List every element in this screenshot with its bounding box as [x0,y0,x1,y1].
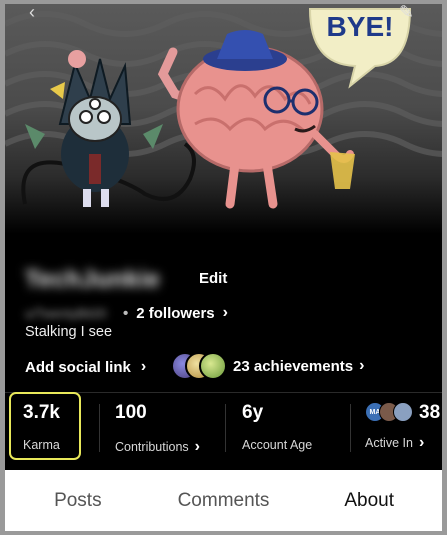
karma-stat[interactable]: 3.7k Karma [23,402,60,452]
karma-label: Karma [23,438,60,452]
chevron-right-icon: › [359,357,365,374]
profile-screen: BYE! ‹ ✎ TechJunkie Edit u/TwentyBit20 •… [5,4,442,531]
add-social-link-button[interactable]: Add social link › [25,358,146,376]
speech-bubble: BYE! [308,8,412,89]
add-social-link-label: Add social link [25,358,131,376]
stat-separator [350,404,351,452]
chevron-right-icon: › [418,434,425,451]
account-age-stat: 6y Account Age [242,402,312,452]
achievement-badges [171,352,227,380]
contributions-stat[interactable]: 100 Contributions › [115,402,200,456]
back-icon[interactable]: ‹ [29,4,35,23]
profile-banner: BYE! ‹ ✎ [5,4,442,234]
active-in-stat[interactable]: MA 38 Active In › [365,402,440,452]
tab-comments[interactable]: Comments [151,470,297,531]
active-in-label: Active In › [365,434,425,451]
achievements-label: 23 achievements [233,357,354,375]
stat-separator [225,404,226,452]
achievements-link[interactable]: 23 achievements › [171,352,364,380]
chevron-right-icon: › [194,438,200,455]
community-avatar [393,402,413,422]
active-in-value: 38 [419,402,441,423]
karma-value: 3.7k [23,402,60,423]
share-icon[interactable]: ✎ [399,4,414,23]
account-age-label: Account Age [242,438,313,452]
tab-posts[interactable]: Posts [5,470,151,531]
username: u/TwentyBit20 [25,306,107,321]
chevron-right-icon: › [222,304,228,321]
followers-link[interactable]: • 2 followers › [123,304,228,322]
separator-dot: • [123,304,129,322]
achievement-badge-icon [199,352,227,380]
account-age-value: 6y [242,402,264,423]
contributions-value: 100 [115,402,147,423]
followers-count: 2 followers [136,304,215,322]
profile-bio: Stalking I see [25,324,113,340]
profile-tabs: Posts Comments About [5,470,442,531]
edit-profile-button[interactable]: Edit [199,270,227,287]
stat-separator [99,404,100,452]
chevron-right-icon: › [140,358,147,375]
tab-about[interactable]: About [296,470,442,531]
community-avatars: MA [365,402,415,424]
display-name: TechJunkie [25,266,161,293]
contributions-label: Contributions › [115,438,200,455]
svg-text:BYE!: BYE! [327,11,394,42]
banner-illustration: BYE! [5,8,442,209]
